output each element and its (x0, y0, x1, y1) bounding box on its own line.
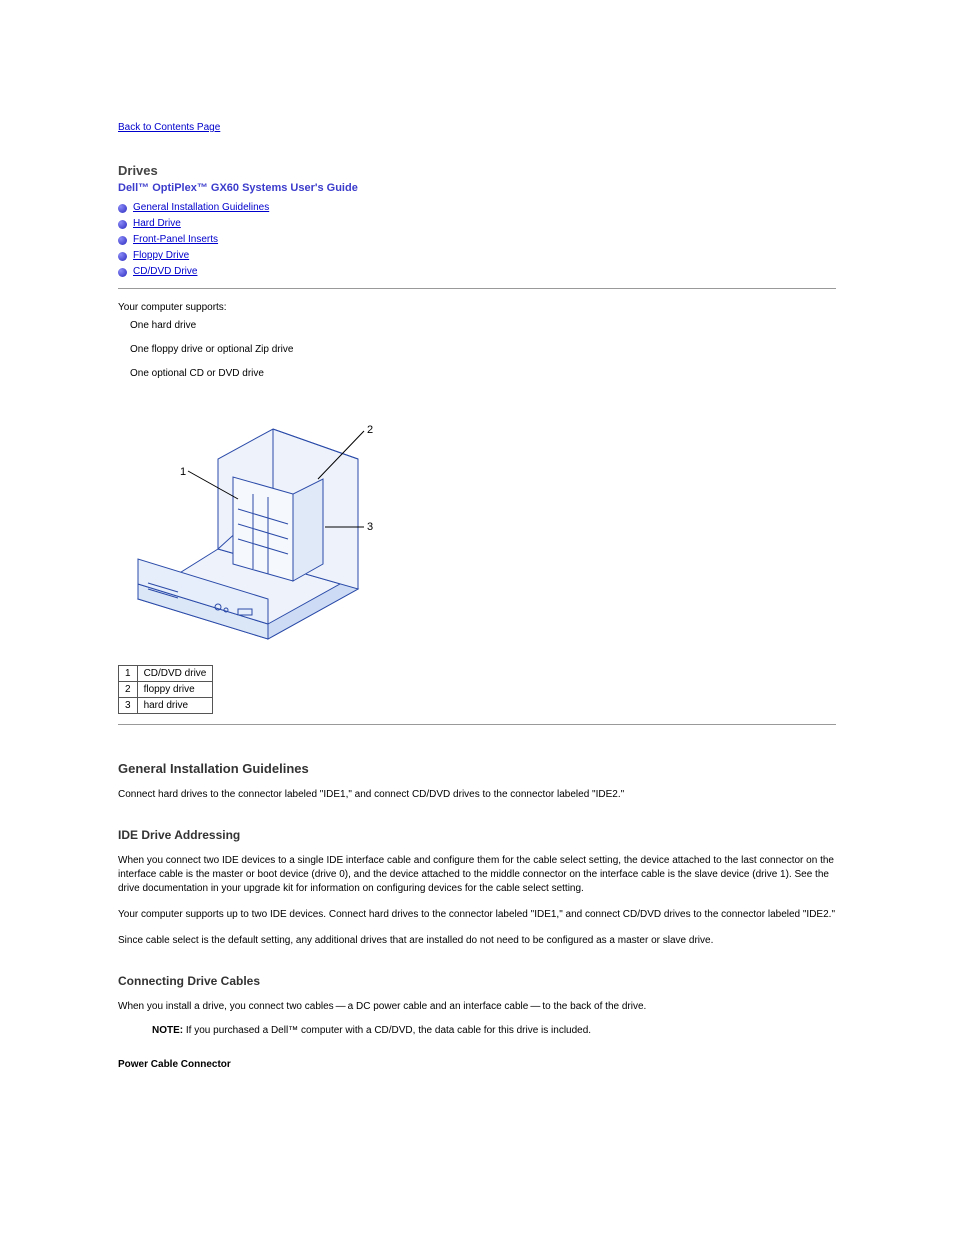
text-fragment: to the back of the drive. (542, 1001, 646, 1012)
legend-num: 3 (119, 698, 138, 714)
divider (118, 724, 836, 725)
section-heading-cables: Connecting Drive Cables (118, 974, 836, 988)
doc-subtitle: Dell™ OptiPlex™ GX60 Systems User's Guid… (118, 182, 836, 194)
body-text: When you install a drive, you connect tw… (118, 1000, 836, 1014)
intro-lead: Your computer supports: (118, 301, 836, 315)
bullet-icon (118, 252, 127, 261)
section-heading-addressing: IDE Drive Addressing (118, 828, 836, 842)
text-fragment: a DC power cable and an interface cable (348, 1001, 529, 1012)
note-block: NOTE: If you purchased a Dell™ computer … (152, 1024, 836, 1038)
list-item: One hard drive (130, 319, 836, 333)
legend-num: 1 (119, 666, 138, 682)
bullet-icon (118, 268, 127, 277)
toc-link-harddrive[interactable]: Hard Drive (133, 216, 181, 232)
note-label: NOTE: (152, 1025, 183, 1036)
back-to-contents-link[interactable]: Back to Contents Page (118, 122, 220, 133)
bullet-icon (118, 204, 127, 213)
table-of-contents: General Installation Guidelines Hard Dri… (118, 200, 836, 280)
page-title: Drives (118, 163, 836, 178)
table-row: 3 hard drive (119, 698, 213, 714)
body-text: When you connect two IDE devices to a si… (118, 854, 836, 896)
table-row: 1 CD/DVD drive (119, 666, 213, 682)
divider (118, 288, 836, 289)
note-text: If you purchased a Dell™ computer with a… (186, 1025, 591, 1036)
list-item: One floppy drive or optional Zip drive (130, 343, 836, 357)
legend-text: floppy drive (137, 682, 213, 698)
legend-text: hard drive (137, 698, 213, 714)
svg-text:3: 3 (367, 521, 373, 533)
subheading-power-connector: Power Cable Connector (118, 1058, 836, 1072)
svg-text:1: 1 (180, 466, 186, 478)
emdash-icon: — (528, 1001, 542, 1012)
legend-text: CD/DVD drive (137, 666, 213, 682)
toc-link-inserts[interactable]: Front-Panel Inserts (133, 232, 218, 248)
svg-text:2: 2 (367, 424, 373, 436)
legend-table: 1 CD/DVD drive 2 floppy drive 3 hard dri… (118, 665, 213, 714)
bullet-icon (118, 220, 127, 229)
emdash-icon: — (334, 1001, 348, 1012)
toc-link-guidelines[interactable]: General Installation Guidelines (133, 200, 269, 216)
drive-diagram: 1 2 3 (118, 399, 836, 649)
list-item: One optional CD or DVD drive (130, 367, 836, 381)
legend-num: 2 (119, 682, 138, 698)
section-heading-guidelines: General Installation Guidelines (118, 761, 836, 776)
toc-link-floppy[interactable]: Floppy Drive (133, 248, 189, 264)
toc-link-cddvd[interactable]: CD/DVD Drive (133, 264, 197, 280)
body-text: Connect hard drives to the connector lab… (118, 788, 836, 802)
bullet-icon (118, 236, 127, 245)
table-row: 2 floppy drive (119, 682, 213, 698)
text-fragment: When you install a drive, you connect tw… (118, 1001, 334, 1012)
body-text: Your computer supports up to two IDE dev… (118, 908, 836, 922)
body-text: Since cable select is the default settin… (118, 934, 836, 948)
